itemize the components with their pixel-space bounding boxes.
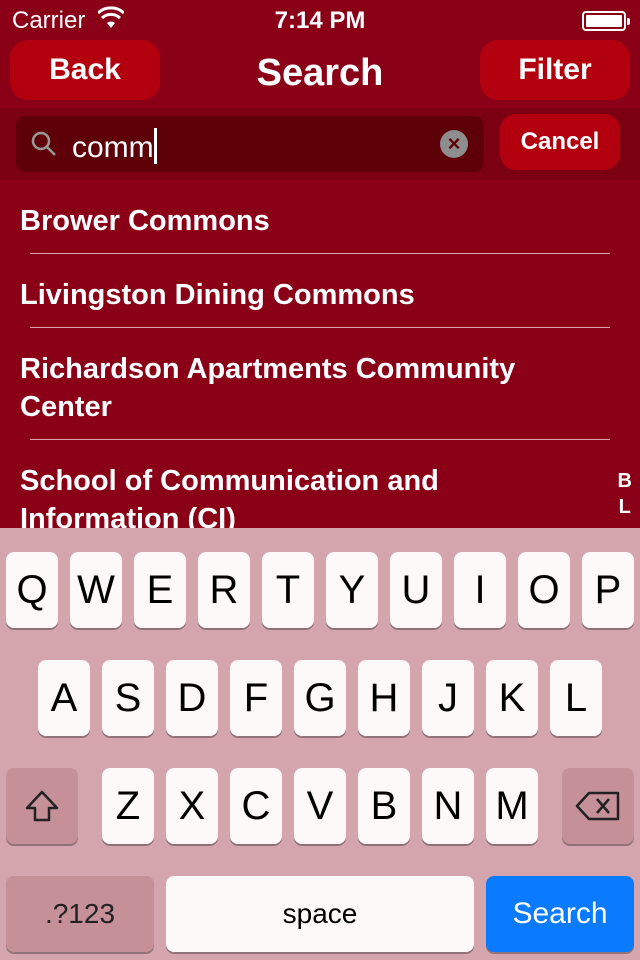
- key-f[interactable]: F: [230, 660, 282, 736]
- key-h[interactable]: H: [358, 660, 410, 736]
- key-w[interactable]: W: [70, 552, 122, 628]
- key-x[interactable]: X: [166, 768, 218, 844]
- nav-bar: Back Search Filter: [0, 40, 640, 108]
- search-input[interactable]: comm ×: [16, 116, 484, 172]
- key-o[interactable]: O: [518, 552, 570, 628]
- results-list: Brower Commons Livingston Dining Commons…: [0, 180, 640, 528]
- search-query: comm: [72, 131, 154, 164]
- key-y[interactable]: Y: [326, 552, 378, 628]
- key-g[interactable]: G: [294, 660, 346, 736]
- key-k[interactable]: K: [486, 660, 538, 736]
- key-c[interactable]: C: [230, 768, 282, 844]
- numbers-key[interactable]: .?123: [6, 876, 154, 952]
- search-icon: [31, 131, 56, 156]
- key-u[interactable]: U: [390, 552, 442, 628]
- key-i[interactable]: I: [454, 552, 506, 628]
- list-item[interactable]: Livingston Dining Commons: [0, 254, 640, 328]
- search-bar: comm × Cancel: [0, 108, 640, 180]
- key-j[interactable]: J: [422, 660, 474, 736]
- key-p[interactable]: P: [582, 552, 634, 628]
- list-item[interactable]: Richardson Apartments Community Center: [0, 328, 640, 440]
- search-key[interactable]: Search: [486, 876, 634, 952]
- cancel-button[interactable]: Cancel: [500, 114, 620, 170]
- clear-icon[interactable]: ×: [440, 130, 468, 158]
- key-b[interactable]: B: [358, 768, 410, 844]
- status-bar: Carrier 7:14 PM: [0, 0, 640, 40]
- clock: 7:14 PM: [274, 7, 366, 34]
- key-t[interactable]: T: [262, 552, 314, 628]
- key-a[interactable]: A: [38, 660, 90, 736]
- section-index[interactable]: B L: [618, 468, 632, 520]
- list-item[interactable]: School of Communication and Information …: [0, 440, 640, 528]
- delete-key[interactable]: [562, 768, 634, 844]
- filter-button[interactable]: Filter: [480, 40, 630, 100]
- key-s[interactable]: S: [102, 660, 154, 736]
- index-l[interactable]: L: [618, 494, 632, 520]
- key-d[interactable]: D: [166, 660, 218, 736]
- key-r[interactable]: R: [198, 552, 250, 628]
- key-n[interactable]: N: [422, 768, 474, 844]
- key-v[interactable]: V: [294, 768, 346, 844]
- key-l[interactable]: L: [550, 660, 602, 736]
- key-q[interactable]: Q: [6, 552, 58, 628]
- shift-icon: [25, 790, 59, 822]
- key-e[interactable]: E: [134, 552, 186, 628]
- list-item[interactable]: Brower Commons: [0, 180, 640, 254]
- space-key[interactable]: space: [166, 876, 474, 952]
- key-m[interactable]: M: [486, 768, 538, 844]
- keyboard: Q W E R T Y U I O P A S D F G H J K L Z X C V B N M .?123 space Sear…: [0, 528, 640, 960]
- backspace-icon: [575, 791, 620, 821]
- key-z[interactable]: Z: [102, 768, 154, 844]
- battery-icon: [582, 11, 630, 31]
- index-b[interactable]: B: [618, 468, 632, 494]
- text-caret: [153, 128, 157, 164]
- shift-key[interactable]: [6, 768, 78, 844]
